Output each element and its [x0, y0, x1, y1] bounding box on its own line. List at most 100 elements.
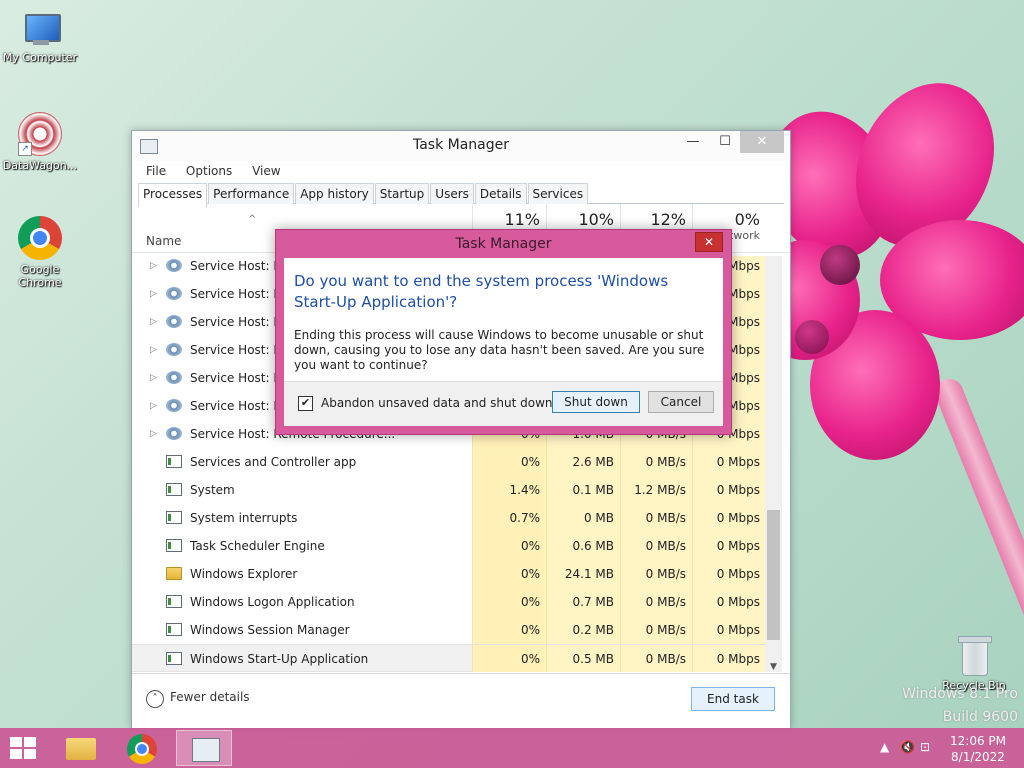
dialog-question: Do you want to end the system process 'W… — [294, 272, 669, 311]
dialog-close-button[interactable]: ✕ — [695, 232, 723, 252]
abandon-data-label[interactable]: Abandon unsaved data and shut down. — [321, 396, 556, 410]
memory-cell: 0 MB — [546, 504, 620, 532]
disk-cell: 0 MB/s — [620, 645, 692, 672]
desktop-icon-datawagon[interactable]: ↗ DataWagon... — [0, 112, 80, 172]
network-cell: 0 Mbps — [692, 532, 766, 560]
disk-cell: 0 MB/s — [620, 448, 692, 476]
gear-icon — [166, 315, 182, 328]
window-icon — [166, 455, 182, 468]
gear-icon — [166, 371, 182, 384]
shut-down-button[interactable]: Shut down — [552, 391, 640, 413]
process-name: System interrupts — [190, 511, 298, 525]
chrome-icon — [127, 734, 157, 764]
datawagon-icon: ↗ — [18, 112, 62, 156]
clock[interactable]: 12:06 PM 8/1/2022 — [950, 733, 1006, 765]
chevron-up-icon: ˄ — [146, 690, 164, 708]
expand-chevron-icon[interactable]: ▷ — [150, 392, 157, 420]
gear-icon — [166, 427, 182, 440]
desktop-icon-google-chrome[interactable]: Google Chrome — [0, 216, 80, 289]
disk-cell: 0 MB/s — [620, 532, 692, 560]
footer: ˄ Fewer details End task — [132, 673, 790, 728]
network-cell: 0 Mbps — [692, 560, 766, 588]
table-row[interactable]: System interrupts 0.7% 0 MB 0 MB/s 0 Mbps — [132, 504, 772, 532]
minimize-button[interactable]: — — [678, 131, 708, 153]
dialog-title-bar[interactable]: Task Manager ✕ — [276, 230, 731, 258]
cpu-cell: 0.7% — [472, 504, 546, 532]
task-manager-icon — [192, 738, 220, 762]
clock-date: 8/1/2022 — [951, 750, 1005, 764]
process-name: System — [190, 483, 235, 497]
window-icon — [166, 539, 182, 552]
scroll-down-icon[interactable]: ▼ — [765, 662, 782, 672]
clock-time: 12:06 PM — [950, 734, 1006, 748]
menu-view[interactable]: View — [252, 164, 280, 178]
table-row[interactable]: Windows Logon Application 0% 0.7 MB 0 MB/s 0… — [132, 588, 772, 616]
cancel-button[interactable]: Cancel — [648, 391, 714, 413]
abandon-data-checkbox[interactable]: ✔ — [298, 396, 313, 411]
expand-chevron-icon[interactable]: ▷ — [150, 308, 157, 336]
table-row[interactable]: System 1.4% 0.1 MB 1.2 MB/s 0 Mbps — [132, 476, 772, 504]
memory-cell: 0.5 MB — [546, 645, 620, 672]
gear-icon — [166, 399, 182, 412]
cpu-cell: 0% — [472, 560, 546, 588]
maximize-button[interactable]: ☐ — [710, 131, 740, 153]
expand-chevron-icon[interactable]: ▷ — [150, 256, 157, 280]
tab-startup[interactable]: Startup — [374, 183, 430, 204]
expand-chevron-icon[interactable]: ▷ — [150, 280, 157, 308]
table-row[interactable]: Task Scheduler Engine 0% 0.6 MB 0 MB/s 0 Mbp… — [132, 532, 772, 560]
disk-cell: 0 MB/s — [620, 588, 692, 616]
sort-up-icon: ^ — [248, 214, 257, 225]
dialog-body: Do you want to end the system process 'W… — [284, 258, 723, 426]
taskbar-file-explorer[interactable] — [52, 730, 108, 766]
gear-icon — [166, 287, 182, 300]
disk-cell: 0 MB/s — [620, 560, 692, 588]
volume-muted-icon[interactable]: 🔇 — [900, 740, 915, 754]
column-name[interactable]: Name — [146, 234, 181, 248]
table-row[interactable]: Windows Session Manager 0% 0.2 MB 0 MB/s 0 M… — [132, 616, 772, 644]
menu-bar: File Options View — [132, 161, 790, 181]
tab-app-history[interactable]: App history — [295, 183, 374, 204]
tab-details[interactable]: Details — [474, 183, 527, 204]
window-icon — [166, 623, 182, 636]
close-button[interactable]: ✕ — [740, 131, 784, 153]
confirm-dialog: Task Manager ✕ Do you want to end the sy… — [275, 229, 732, 435]
memory-cell: 0.7 MB — [546, 588, 620, 616]
show-hidden-icons-icon[interactable]: ▲ — [880, 740, 889, 754]
network-icon[interactable]: ⊡ — [920, 740, 930, 754]
vertical-scrollbar[interactable]: ▼ — [765, 256, 782, 672]
fewer-details-link[interactable]: ˄ Fewer details — [146, 690, 250, 708]
cpu-cell: 0% — [472, 616, 546, 644]
memory-percent: 10% — [578, 210, 614, 229]
memory-cell: 24.1 MB — [546, 560, 620, 588]
menu-options[interactable]: Options — [186, 164, 232, 178]
menu-file[interactable]: File — [146, 164, 166, 178]
gear-icon — [166, 259, 182, 272]
network-cell: 0 Mbps — [692, 645, 766, 672]
table-row[interactable]: Windows Explorer 0% 24.1 MB 0 MB/s 0 Mbps — [132, 560, 772, 588]
taskbar-task-manager[interactable] — [176, 730, 232, 766]
desktop-icon-recycle-bin[interactable]: Recycle Bin — [934, 632, 1014, 692]
expand-chevron-icon[interactable]: ▷ — [150, 420, 157, 448]
expand-chevron-icon[interactable]: ▷ — [150, 364, 157, 392]
network-cell: 0 Mbps — [692, 588, 766, 616]
process-name: Windows Logon Application — [190, 595, 355, 609]
tab-users[interactable]: Users — [430, 183, 474, 204]
window-icon — [166, 483, 182, 496]
end-task-button[interactable]: End task — [691, 687, 775, 711]
taskbar-chrome[interactable] — [114, 730, 170, 766]
network-cell: 0 Mbps — [692, 476, 766, 504]
tab-performance[interactable]: Performance — [208, 183, 295, 204]
scrollbar-thumb[interactable] — [767, 510, 780, 640]
expand-chevron-icon[interactable]: ▷ — [150, 336, 157, 364]
desktop-icon-my-computer[interactable]: My Computer — [0, 12, 80, 64]
start-button[interactable] — [10, 737, 38, 759]
memory-cell: 2.6 MB — [546, 448, 620, 476]
table-row-selected[interactable]: Windows Start-Up Application 0% 0.5 MB 0 MB… — [132, 644, 772, 672]
title-bar[interactable]: Task Manager — ☐ ✕ — [132, 131, 790, 161]
tab-services[interactable]: Services — [527, 183, 589, 204]
table-row[interactable]: Services and Controller app 0% 2.6 MB 0 MB/… — [132, 448, 772, 476]
system-tray: ▲ 🔇 ⊡ 12:06 PM 8/1/2022 — [864, 728, 1024, 768]
network-cell: 0 Mbps — [692, 504, 766, 532]
window-icon — [166, 595, 182, 608]
desktop-icon-label: Google Chrome — [18, 263, 62, 289]
